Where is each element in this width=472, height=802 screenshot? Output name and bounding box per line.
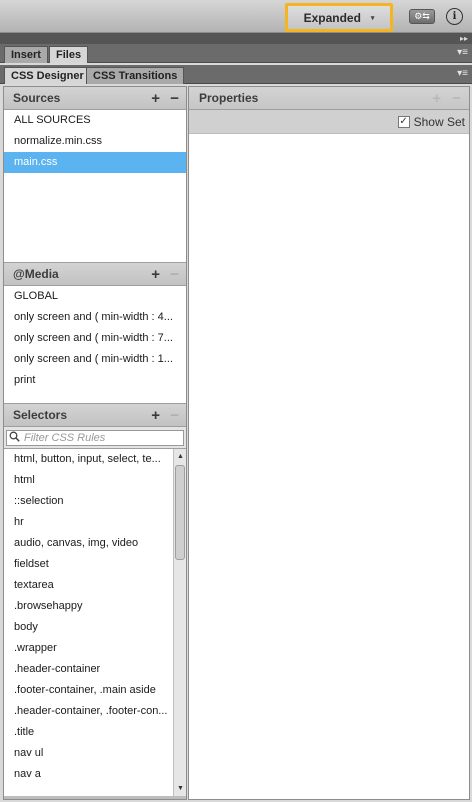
media-list: GLOBAL only screen and ( min-width : 4..… xyxy=(4,286,186,404)
add-media-icon[interactable]: + xyxy=(151,266,160,283)
list-item[interactable]: html, button, input, select, te... xyxy=(4,449,174,470)
show-set-bar: ✓ Show Set xyxy=(189,110,469,134)
selectors-title: Selectors xyxy=(13,408,68,422)
add-selector-icon[interactable]: + xyxy=(151,407,160,424)
tab-css-transitions[interactable]: CSS Transitions xyxy=(86,67,185,84)
list-item[interactable]: print xyxy=(4,370,186,391)
list-item[interactable]: ::selection xyxy=(4,491,174,512)
list-item[interactable]: html xyxy=(4,470,174,491)
remove-selector-icon[interactable]: − xyxy=(170,407,179,424)
list-item[interactable]: body xyxy=(4,617,174,638)
properties-title: Properties xyxy=(199,91,259,105)
search-icon xyxy=(9,431,20,445)
remove-source-icon[interactable]: − xyxy=(170,90,179,107)
panel-tab-row: Insert Files ▾≡ xyxy=(0,44,472,63)
list-item[interactable]: only screen and ( min-width : 1... xyxy=(4,349,186,370)
media-header: @Media + − xyxy=(4,263,186,286)
sync-settings-icon[interactable]: ⚙⇆ xyxy=(409,9,435,24)
tab-css-designer[interactable]: CSS Designer xyxy=(4,67,91,84)
sources-list: ALL SOURCES normalize.min.css main.css xyxy=(4,110,186,263)
selectors-header: Selectors + − xyxy=(4,404,186,427)
show-set-label: Show Set xyxy=(413,114,465,129)
top-toolbar: Expanded ▾ ⚙⇆ i xyxy=(0,0,472,33)
list-item[interactable]: nav a xyxy=(4,764,174,785)
scroll-down-icon[interactable]: ▼ xyxy=(175,783,186,794)
info-icon[interactable]: i xyxy=(446,8,463,25)
remove-media-icon[interactable]: − xyxy=(170,266,179,283)
list-item[interactable]: fieldset xyxy=(4,554,174,575)
collapse-panel-button[interactable]: ▸▸ xyxy=(0,33,472,44)
list-item[interactable]: audio, canvas, img, video xyxy=(4,533,174,554)
list-item[interactable]: textarea xyxy=(4,575,174,596)
selectors-list: html, button, input, select, te... html … xyxy=(4,449,186,796)
workspace-switcher[interactable]: Expanded ▾ xyxy=(285,3,393,32)
filter-bar: Filter CSS Rules xyxy=(4,427,186,449)
scroll-up-icon[interactable]: ▲ xyxy=(175,451,186,462)
filter-placeholder: Filter CSS Rules xyxy=(24,432,106,444)
sources-header: Sources + − xyxy=(4,87,186,110)
selectors-scrollbar[interactable]: ▲ ▼ xyxy=(173,449,186,796)
properties-header: Properties + − xyxy=(189,87,469,110)
sources-title: Sources xyxy=(13,91,61,105)
designer-menu-icon[interactable]: ▾≡ xyxy=(457,68,468,79)
properties-panel: Properties + − ✓ Show Set xyxy=(188,86,470,800)
list-item[interactable]: nav ul xyxy=(4,743,174,764)
remove-property-icon[interactable]: − xyxy=(452,87,461,110)
add-property-icon[interactable]: + xyxy=(432,87,441,110)
tab-insert[interactable]: Insert xyxy=(4,46,48,63)
panel-menu-icon[interactable]: ▾≡ xyxy=(457,47,468,58)
css-designer-left-column: Sources + − ALL SOURCES normalize.min.cs… xyxy=(3,86,187,800)
list-item[interactable]: only screen and ( min-width : 7... xyxy=(4,328,186,349)
list-item[interactable]: .wrapper xyxy=(4,638,174,659)
list-item[interactable]: .header-container xyxy=(4,659,174,680)
chevron-down-icon: ▾ xyxy=(370,14,375,22)
designer-tab-row: CSS Designer CSS Transitions ▾≡ xyxy=(0,65,472,84)
list-item[interactable]: .title xyxy=(4,722,174,743)
list-item[interactable]: ALL SOURCES xyxy=(4,110,186,131)
filter-css-rules-input[interactable]: Filter CSS Rules xyxy=(6,430,184,446)
tab-files[interactable]: Files xyxy=(49,46,89,63)
workspace-label: Expanded xyxy=(303,10,361,25)
list-item[interactable]: hr xyxy=(4,512,174,533)
media-title: @Media xyxy=(13,267,59,281)
list-item[interactable]: normalize.min.css xyxy=(4,131,186,152)
list-item[interactable]: only screen and ( min-width : 4... xyxy=(4,307,186,328)
scroll-thumb[interactable] xyxy=(175,465,185,560)
add-source-icon[interactable]: + xyxy=(151,90,160,107)
list-item[interactable]: .browsehappy xyxy=(4,596,174,617)
show-set-checkbox[interactable]: ✓ xyxy=(397,115,410,128)
list-item[interactable]: .header-container, .footer-con... xyxy=(4,701,174,722)
list-item-selected[interactable]: main.css xyxy=(4,152,186,173)
list-item[interactable]: .footer-container, .main aside xyxy=(4,680,174,701)
list-item[interactable]: GLOBAL xyxy=(4,286,186,307)
